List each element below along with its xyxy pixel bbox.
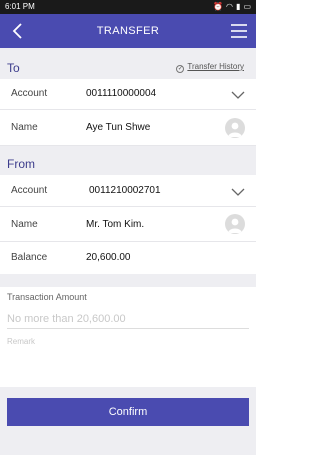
to-label: To [7, 61, 20, 75]
from-account-label: Account [11, 185, 48, 196]
to-avatar-icon[interactable] [225, 118, 245, 138]
transaction-block: Transaction Amount [0, 287, 256, 387]
from-avatar-icon[interactable] [225, 214, 245, 234]
to-name-row: Name Aye Tun Shwe [0, 110, 256, 146]
balance-value: 20,600.00 [86, 252, 131, 263]
spacer [0, 146, 256, 153]
to-section-header: To ✓ Transfer History [0, 57, 256, 79]
to-name-value: Aye Tun Shwe [86, 122, 151, 133]
to-account-row[interactable]: Account 0011110000004 [0, 79, 256, 110]
from-name-row: Name Mr. Tom Kim. [0, 207, 256, 242]
from-account-row[interactable]: Account 0011210002701 [0, 175, 256, 207]
from-name-label: Name [11, 219, 38, 230]
hamburger-menu-icon[interactable] [230, 22, 248, 40]
confirm-button[interactable]: Confirm [7, 398, 249, 426]
app-bar: TRANSFER [0, 14, 256, 48]
transfer-history-link[interactable]: ✓ Transfer History [176, 62, 244, 73]
from-section-header: From [0, 153, 256, 175]
to-account-input[interactable]: 0011110000004 [86, 88, 156, 99]
footer-area: Confirm [0, 387, 256, 455]
from-name-value: Mr. Tom Kim. [86, 219, 145, 230]
to-name-label: Name [11, 122, 38, 133]
status-icons: ⏰ ◠ ▮ ▭ [210, 0, 251, 14]
remark-input[interactable] [7, 337, 249, 346]
status-time: 6:01 PM [5, 2, 35, 11]
to-account-label: Account [11, 88, 48, 99]
spacer [0, 48, 256, 57]
spacer [0, 274, 256, 287]
battery-icon: ▭ [243, 2, 251, 11]
alarm-icon: ⏰ [213, 2, 224, 11]
from-account-chevron-down-icon[interactable] [231, 187, 245, 197]
to-account-chevron-down-icon[interactable] [231, 90, 245, 100]
wifi-icon: ◠ [226, 2, 234, 11]
transaction-amount-input[interactable] [7, 313, 249, 329]
transaction-amount-label: Transaction Amount [7, 292, 87, 302]
from-account-value[interactable]: 0011210002701 [89, 185, 161, 196]
transfer-history-label: Transfer History [187, 62, 244, 71]
balance-row: Balance 20,600.00 [0, 242, 256, 274]
from-label: From [7, 157, 35, 171]
status-bar: 6:01 PM ⏰ ◠ ▮ ▭ [0, 0, 256, 14]
page-title: TRANSFER [96, 25, 160, 37]
balance-label: Balance [11, 252, 48, 263]
history-check-icon: ✓ [176, 65, 185, 73]
signal-icon: ▮ [236, 2, 241, 11]
